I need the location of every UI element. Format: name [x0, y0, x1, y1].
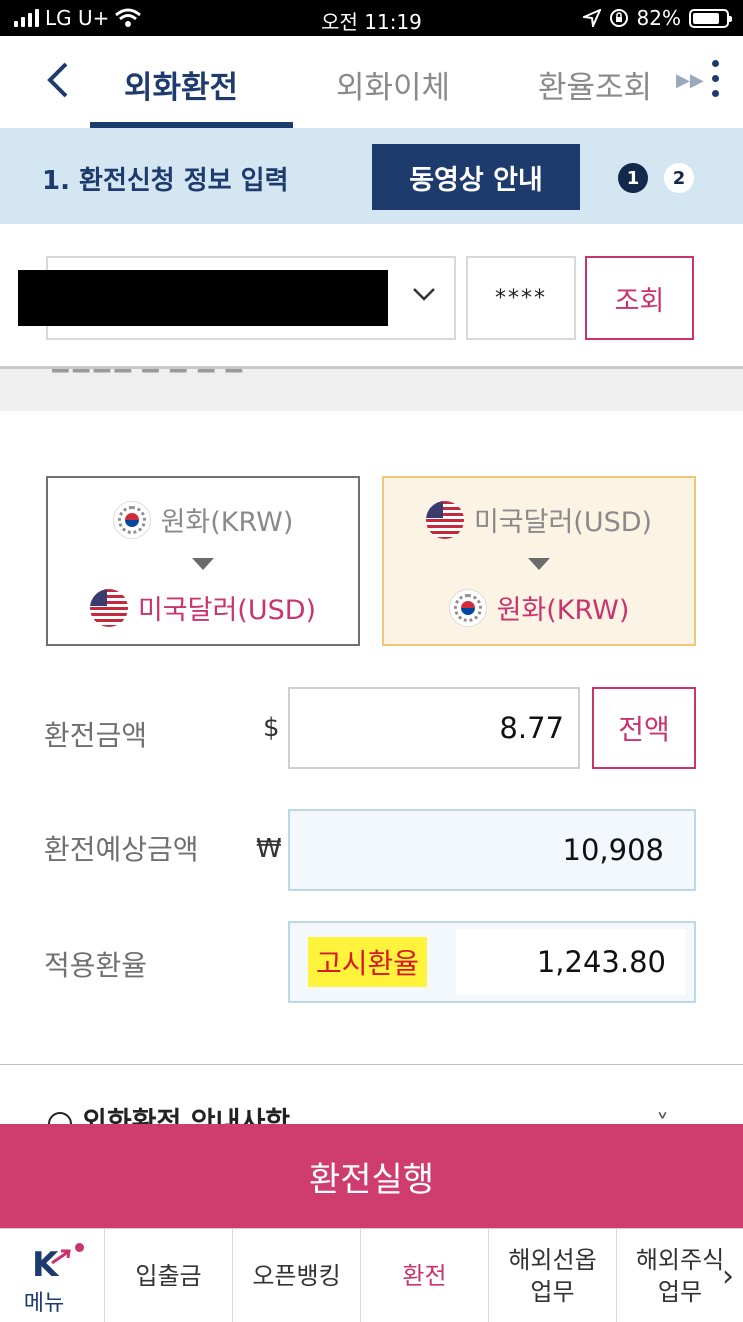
from-currency: 원화(KRW) — [48, 500, 358, 539]
more-menu-icon[interactable] — [708, 60, 722, 100]
logo-dot — [75, 1243, 84, 1252]
chevron-right-icon[interactable]: › — [722, 1259, 734, 1294]
us-flag-icon — [425, 500, 464, 539]
chevron-down-icon[interactable] — [412, 282, 436, 306]
redacted-account-number — [18, 270, 388, 326]
step-title: 1. 환전신청 정보 입력 — [42, 166, 289, 196]
to-currency: 원화(KRW) — [384, 588, 694, 627]
video-guide-button[interactable]: 동영상 안내 — [372, 144, 580, 210]
kr-flag-icon — [112, 500, 151, 539]
won-symbol: ₩ — [256, 834, 282, 864]
krw-to-usd-option[interactable]: 원화(KRW) 미국달러(USD) — [46, 476, 360, 646]
nav-item-exchange[interactable]: 환전 — [360, 1229, 488, 1322]
header-tabs: 외화환전 외화이체 환율조회 ▶▶ — [0, 36, 743, 128]
us-flag-icon — [89, 588, 128, 627]
query-button[interactable]: 조회 — [585, 256, 694, 340]
nav-item-deposit-withdraw[interactable]: 입출금 — [104, 1229, 232, 1322]
estimate-label: 환전예상금액 — [44, 833, 199, 866]
tab-rate-inquiry[interactable]: 환율조회 — [538, 62, 652, 107]
status-right: 82% — [582, 6, 732, 30]
location-icon — [582, 9, 601, 27]
from-currency: 미국달러(USD) — [384, 500, 694, 539]
step-indicator-2: 2 — [664, 163, 694, 193]
to-currency: 미국달러(USD) — [48, 588, 358, 627]
full-amount-button[interactable]: 전액 — [592, 687, 696, 769]
tab-transfer[interactable]: 외화이체 — [336, 62, 450, 107]
clipped-text: ▬▬▬▬ ▬ ▬ ▬ ▬ — [50, 369, 244, 380]
password-field[interactable]: **** — [466, 256, 576, 340]
dollar-symbol: $ — [263, 713, 280, 743]
posted-rate-badge: 고시환율 — [308, 937, 428, 987]
rate-label: 적용환율 — [44, 949, 148, 982]
scroll-tabs-icon[interactable]: ▶▶ — [676, 70, 704, 91]
to-currency-label: 원화(KRW) — [496, 595, 630, 626]
rate-value: 1,243.80 — [456, 929, 686, 995]
battery-icon — [689, 8, 732, 28]
estimated-amount-value: 10,908 — [288, 809, 696, 891]
kr-flag-icon — [448, 588, 487, 627]
step-indicator-1: 1 — [618, 163, 648, 193]
usd-to-krw-option[interactable]: 미국달러(USD) 원화(KRW) — [382, 476, 696, 646]
from-currency-label: 원화(KRW) — [160, 507, 294, 538]
down-triangle-icon — [192, 558, 214, 570]
menu-label: 메뉴 — [23, 1291, 65, 1316]
nav-item-open-banking[interactable]: 오픈뱅킹 — [232, 1229, 360, 1322]
battery-percent: 82% — [636, 6, 681, 30]
execute-exchange-button[interactable]: 환전실행 — [0, 1124, 743, 1228]
logo-arrow-icon — [51, 1249, 71, 1265]
amount-label: 환전금액 — [44, 719, 148, 752]
step-bar: 1. 환전신청 정보 입력 동영상 안내 1 2 — [0, 128, 743, 224]
down-triangle-icon — [528, 558, 550, 570]
bottom-nav: K 메뉴 입출금 오픈뱅킹 환전 해외선옵 업무 해외주식 업무 › — [0, 1228, 743, 1322]
collapsed-section: ▬▬▬▬ ▬ ▬ ▬ ▬ — [0, 369, 743, 411]
tab-exchange[interactable]: 외화환전 — [124, 62, 238, 107]
to-currency-label: 미국달러(USD) — [137, 595, 317, 626]
amount-input[interactable]: 8.77 — [288, 687, 580, 769]
rate-box: 고시환율 1,243.80 — [288, 921, 696, 1003]
from-currency-label: 미국달러(USD) — [473, 507, 653, 538]
divider — [0, 1064, 743, 1065]
status-bar: LG U+ 오전 11:19 82% — [0, 0, 743, 36]
rotation-lock-icon — [609, 9, 628, 27]
menu-button[interactable]: K 메뉴 — [0, 1229, 104, 1322]
back-arrow-icon[interactable] — [40, 58, 80, 102]
nav-item-overseas-futures[interactable]: 해외선옵 업무 — [488, 1229, 616, 1322]
